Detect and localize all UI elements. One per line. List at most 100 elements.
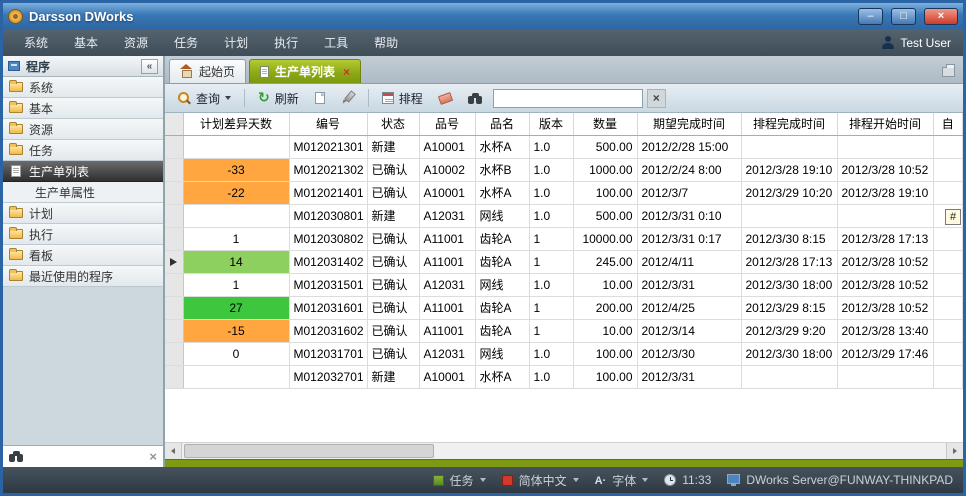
- sidebar-item-label: 资源: [29, 121, 53, 138]
- table-row[interactable]: 1 M012030802 已确认 A11001 齿轮A 1 10000.00 2…: [165, 227, 963, 250]
- cell-schedule-finish: [741, 204, 837, 227]
- menu-item[interactable]: 系统: [11, 29, 61, 56]
- search-input[interactable]: [493, 89, 643, 108]
- cell-quantity: 1000.00: [573, 158, 637, 181]
- sidebar-item[interactable]: 生产单列表: [3, 161, 163, 182]
- tab-production-order-list[interactable]: 生产单列表 ×: [249, 59, 361, 83]
- column-header[interactable]: 排程开始时间: [837, 113, 933, 135]
- scrollbar-thumb[interactable]: [184, 444, 434, 458]
- sidebar-item[interactable]: 最近使用的程序: [3, 266, 163, 287]
- cell-expected-finish: 2012/4/25: [637, 296, 741, 319]
- maximize-button[interactable]: □: [891, 8, 916, 25]
- sidebar-item[interactable]: 执行: [3, 224, 163, 245]
- cell-plan-diff-days: 1: [183, 273, 289, 296]
- menu-item[interactable]: 资源: [111, 29, 161, 56]
- sidebar-filter-bar[interactable]: ×: [3, 445, 163, 467]
- new-button[interactable]: [309, 89, 331, 107]
- horizontal-scrollbar[interactable]: [165, 442, 963, 459]
- menu-item[interactable]: 计划: [211, 29, 261, 56]
- document-icon: [260, 66, 269, 78]
- cell-extra: [933, 158, 963, 181]
- column-header[interactable]: 计划差异天数: [183, 113, 289, 135]
- cell-order-code: M012031602: [289, 319, 367, 342]
- status-language-menu[interactable]: 简体中文: [502, 472, 579, 489]
- font-icon: [595, 473, 607, 487]
- cell-extra: [933, 319, 963, 342]
- row-marker-cell: [165, 181, 183, 204]
- column-header[interactable]: [165, 113, 183, 135]
- table-row[interactable]: 0 M012031701 已确认 A12031 网线 1.0 100.00 20…: [165, 342, 963, 365]
- status-task-menu[interactable]: 任务: [433, 472, 486, 489]
- column-header[interactable]: 数量: [573, 113, 637, 135]
- close-button[interactable]: ×: [924, 8, 958, 25]
- tab-home[interactable]: 起始页: [169, 59, 246, 83]
- cell-schedule-finish: 2012/3/28 19:10: [741, 158, 837, 181]
- column-header[interactable]: 状态: [367, 113, 419, 135]
- edit-button[interactable]: [335, 88, 361, 108]
- query-button[interactable]: 查询: [171, 87, 237, 110]
- menu-item[interactable]: 基本: [61, 29, 111, 56]
- table-row[interactable]: 14 M012031402 已确认 A11001 齿轮A 1 245.00 20…: [165, 250, 963, 273]
- cell-schedule-finish: [741, 365, 837, 388]
- cell-version: 1.0: [529, 181, 573, 204]
- cell-part-name: 齿轮A: [475, 319, 529, 342]
- cell-status: 已确认: [367, 296, 419, 319]
- cell-order-code: M012031601: [289, 296, 367, 319]
- binoculars-icon[interactable]: [9, 451, 24, 462]
- tab-close-icon[interactable]: ×: [343, 65, 350, 79]
- table-row[interactable]: -15 M012031602 已确认 A11001 齿轮A 1 10.00 20…: [165, 319, 963, 342]
- table-row[interactable]: 27 M012031601 已确认 A11001 齿轮A 1 200.00 20…: [165, 296, 963, 319]
- cell-status: 新建: [367, 135, 419, 158]
- cell-schedule-finish: 2012/3/30 18:00: [741, 342, 837, 365]
- menu-item[interactable]: 帮助: [361, 29, 411, 56]
- hash-badge[interactable]: #: [945, 209, 961, 225]
- table-row[interactable]: -22 M012021401 已确认 A10001 水杯A 1.0 100.00…: [165, 181, 963, 204]
- new-document-icon: [315, 92, 325, 104]
- column-header[interactable]: 排程完成时间: [741, 113, 837, 135]
- sidebar-item[interactable]: 任务: [3, 140, 163, 161]
- eraser-button[interactable]: [433, 91, 458, 106]
- cell-part-no: A10001: [419, 135, 475, 158]
- cell-order-code: M012031701: [289, 342, 367, 365]
- menu-item[interactable]: 工具: [311, 29, 361, 56]
- column-header[interactable]: 版本: [529, 113, 573, 135]
- sidebar-item[interactable]: 资源: [3, 119, 163, 140]
- clear-search-button[interactable]: ×: [647, 89, 666, 108]
- table-row[interactable]: M012032701 新建 A10001 水杯A 1.0 100.00 2012…: [165, 365, 963, 388]
- find-button[interactable]: [462, 90, 489, 107]
- sidebar-item[interactable]: 基本: [3, 98, 163, 119]
- user-menu[interactable]: Test User: [882, 36, 955, 50]
- cell-extra: [933, 296, 963, 319]
- schedule-button[interactable]: 排程: [376, 87, 429, 110]
- column-header[interactable]: 期望完成时间: [637, 113, 741, 135]
- cell-part-name: 齿轮A: [475, 250, 529, 273]
- clear-filter-icon[interactable]: ×: [149, 449, 157, 464]
- column-header[interactable]: 编号: [289, 113, 367, 135]
- column-header[interactable]: 品名: [475, 113, 529, 135]
- scroll-left-icon[interactable]: [165, 443, 182, 459]
- menu-item[interactable]: 任务: [161, 29, 211, 56]
- table-row[interactable]: M012030801 新建 A12031 网线 1.0 500.00 2012/…: [165, 204, 963, 227]
- table-row[interactable]: M012021301 新建 A10001 水杯A 1.0 500.00 2012…: [165, 135, 963, 158]
- sidebar-item[interactable]: 看板: [3, 245, 163, 266]
- sidebar-item[interactable]: 生产单属性: [3, 182, 163, 203]
- status-font-menu[interactable]: 字体: [595, 472, 649, 489]
- sidebar-item-icon: [9, 229, 23, 239]
- cell-version: 1: [529, 319, 573, 342]
- cell-extra: [933, 365, 963, 388]
- column-header[interactable]: 自: [933, 113, 963, 135]
- sidebar-item[interactable]: 系统: [3, 77, 163, 98]
- table-row[interactable]: 1 M012031501 已确认 A12031 网线 1.0 10.00 201…: [165, 273, 963, 296]
- sidebar-collapse-button[interactable]: «: [141, 59, 158, 74]
- sidebar-item[interactable]: 计划: [3, 203, 163, 224]
- cell-expected-finish: 2012/3/31: [637, 273, 741, 296]
- column-header[interactable]: 品号: [419, 113, 475, 135]
- row-marker-cell: [165, 135, 183, 158]
- scroll-right-icon[interactable]: [946, 443, 963, 459]
- minimize-button[interactable]: –: [858, 8, 883, 25]
- refresh-button[interactable]: 刷新: [252, 87, 305, 110]
- table-row[interactable]: -33 M012021302 已确认 A10002 水杯B 1.0 1000.0…: [165, 158, 963, 181]
- menu-item[interactable]: 执行: [261, 29, 311, 56]
- printer-icon[interactable]: [942, 67, 955, 77]
- cell-part-name: 水杯A: [475, 135, 529, 158]
